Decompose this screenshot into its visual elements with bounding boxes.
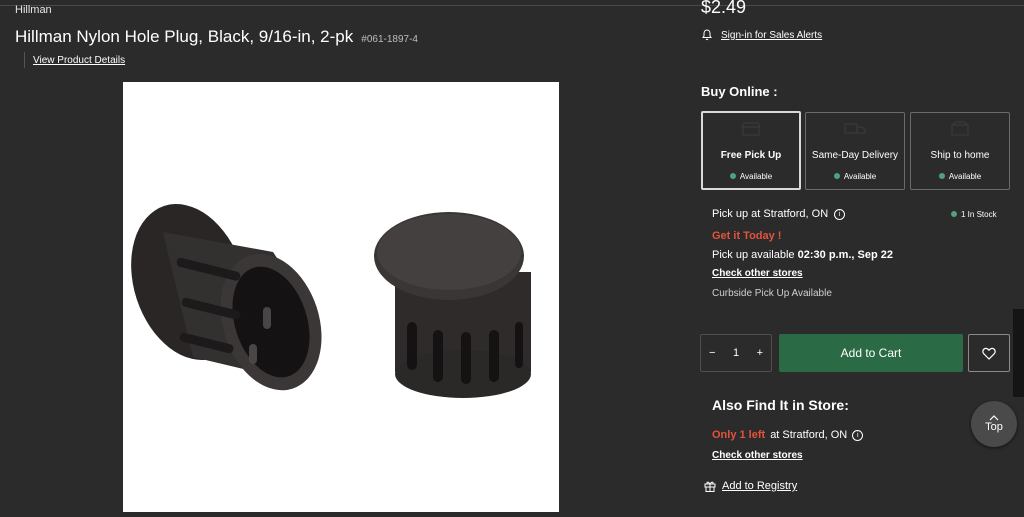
product-title-text: Hillman Nylon Hole Plug, Black, 9/16-in,… bbox=[15, 27, 354, 46]
decrease-quantity-button[interactable]: − bbox=[709, 347, 715, 359]
header-divider bbox=[0, 5, 1024, 6]
info-icon[interactable]: i bbox=[834, 208, 846, 220]
wishlist-button[interactable] bbox=[968, 334, 1010, 372]
check-other-stores-link[interactable]: Check other stores bbox=[712, 268, 803, 279]
sales-alerts[interactable]: Sign-in for Sales Alerts bbox=[701, 29, 822, 41]
gift-icon bbox=[704, 481, 716, 492]
add-to-cart-button[interactable]: Add to Cart bbox=[779, 334, 963, 372]
stock-status: 1 In Stock bbox=[951, 210, 997, 219]
feedback-tab[interactable] bbox=[1013, 309, 1024, 397]
heart-icon bbox=[982, 347, 996, 360]
store-icon bbox=[741, 122, 761, 136]
get-it-today: Get it Today ! bbox=[712, 230, 782, 242]
store-location: at Stratford, ON bbox=[770, 429, 848, 441]
quantity-stepper: − 1 + bbox=[700, 334, 772, 372]
add-to-registry-link[interactable]: Add to Registry bbox=[722, 480, 797, 492]
product-price: $2.49 bbox=[701, 0, 747, 17]
add-to-registry[interactable]: Add to Registry bbox=[704, 480, 797, 492]
status-dot bbox=[951, 210, 957, 217]
status-dot bbox=[938, 172, 945, 179]
sales-alerts-link[interactable]: Sign-in for Sales Alerts bbox=[721, 30, 822, 41]
info-icon[interactable]: i bbox=[852, 429, 864, 441]
curbside-note: Curbside Pick Up Available bbox=[712, 288, 832, 299]
option-label: Same-Day Delivery bbox=[811, 150, 899, 161]
top-label: Top bbox=[985, 421, 1003, 433]
details-divider bbox=[24, 52, 25, 68]
brand-label: Hillman bbox=[15, 4, 52, 16]
option-label: Ship to home bbox=[930, 150, 990, 161]
option-ship-to-home[interactable]: Ship to home Available bbox=[910, 112, 1010, 190]
pickup-location-text: Pick up at Stratford, ON bbox=[712, 208, 829, 220]
product-title: Hillman Nylon Hole Plug, Black, 9/16-in,… bbox=[15, 27, 418, 47]
product-image[interactable] bbox=[123, 82, 559, 512]
quantity-value[interactable]: 1 bbox=[733, 347, 739, 359]
store-stock-note: Only 1 left at Stratford, ON i bbox=[712, 429, 864, 441]
availability-status: Available bbox=[911, 172, 1009, 181]
availability-status: Available bbox=[703, 172, 799, 181]
product-sku: #061-1897-4 bbox=[361, 34, 418, 45]
only-left-text: Only 1 left bbox=[712, 429, 766, 441]
bell-icon bbox=[702, 29, 712, 41]
pickup-available: Pick up available 02:30 p.m., Sep 22 bbox=[712, 249, 894, 261]
shipping-box-icon bbox=[951, 121, 969, 136]
pickup-time: 02:30 p.m., Sep 22 bbox=[797, 249, 894, 261]
check-other-stores-link-2[interactable]: Check other stores bbox=[712, 450, 803, 461]
status-dot bbox=[729, 172, 736, 179]
increase-quantity-button[interactable]: + bbox=[757, 347, 763, 359]
option-label: Free Pick Up bbox=[720, 150, 782, 161]
back-to-top-button[interactable]: Top bbox=[971, 401, 1017, 447]
option-same-day-delivery[interactable]: Same-Day Delivery Available bbox=[805, 112, 905, 190]
hole-plug-image bbox=[131, 204, 531, 398]
find-in-store-heading: Also Find It in Store: bbox=[712, 397, 849, 413]
availability-status: Available bbox=[806, 172, 904, 181]
delivery-truck-icon bbox=[844, 123, 866, 134]
pickup-location: Pick up at Stratford, ON i bbox=[712, 208, 846, 220]
option-free-pick-up[interactable]: Free Pick Up Available bbox=[701, 111, 801, 190]
view-product-details-link[interactable]: View Product Details bbox=[33, 55, 125, 66]
buy-online-heading: Buy Online : bbox=[701, 84, 778, 99]
status-dot bbox=[833, 172, 840, 179]
